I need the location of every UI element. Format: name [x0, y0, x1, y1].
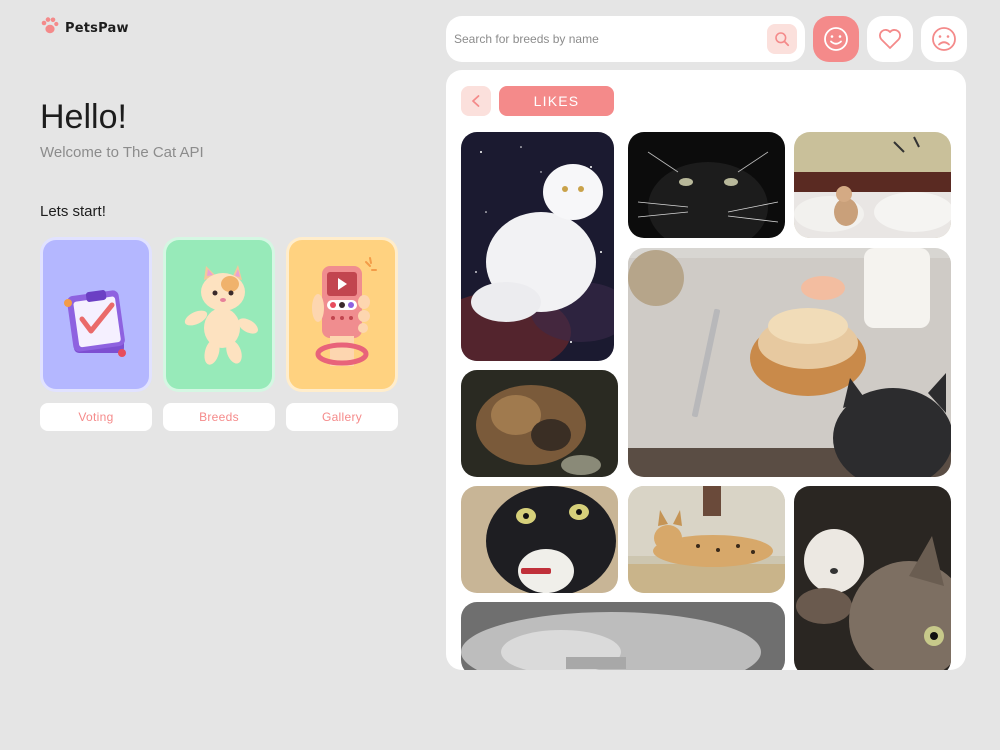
- search-icon: [775, 32, 790, 47]
- gallery-tile[interactable]: [286, 237, 398, 392]
- chevron-left-icon: [472, 95, 480, 107]
- back-button[interactable]: [461, 86, 491, 116]
- nav-cards: Voting Breeds Gallery: [40, 237, 398, 431]
- photo-cat-in-bed[interactable]: [461, 602, 785, 670]
- welcome-subtitle: Welcome to The Cat API: [40, 144, 204, 161]
- voting-tile[interactable]: [40, 237, 152, 392]
- clipboard-illustration: [64, 289, 126, 357]
- nav-card-breeds[interactable]: Breeds: [163, 237, 275, 431]
- sad-icon: [932, 27, 956, 51]
- favourites-button[interactable]: [867, 16, 913, 62]
- photo-serval-cat[interactable]: [628, 486, 785, 593]
- dislikes-button[interactable]: [921, 16, 967, 62]
- photo-kitten-with-toast[interactable]: [628, 248, 951, 477]
- search-button[interactable]: [767, 24, 797, 54]
- photo-cat-in-space[interactable]: [461, 132, 614, 361]
- section-title: LIKES: [499, 86, 614, 116]
- breeds-tile[interactable]: [163, 237, 275, 392]
- nav-card-voting[interactable]: Voting: [40, 237, 152, 431]
- search-input[interactable]: [454, 32, 767, 46]
- phone-illustration: [312, 256, 377, 366]
- paw-icon: [40, 16, 60, 41]
- photo-kitten-on-bed[interactable]: [794, 132, 951, 238]
- logo[interactable]: PetsPaw: [40, 16, 129, 41]
- heart-icon: [879, 29, 901, 49]
- smile-icon: [824, 27, 848, 51]
- cat-illustration: [184, 264, 258, 365]
- photo-tortoiseshell-cat[interactable]: [461, 370, 618, 477]
- likes-button[interactable]: [813, 16, 859, 62]
- logo-text: PetsPaw: [65, 21, 129, 36]
- page-title: Hello!: [40, 98, 127, 136]
- photo-tuxedo-cat[interactable]: [461, 486, 618, 593]
- breeds-button[interactable]: Breeds: [163, 403, 275, 431]
- photo-black-cat-closeup[interactable]: [628, 132, 785, 238]
- start-prompt: Lets start!: [40, 203, 106, 220]
- voting-button[interactable]: Voting: [40, 403, 152, 431]
- photo-kittens-grey-tabby[interactable]: [794, 486, 951, 670]
- search-bar: [446, 16, 805, 62]
- top-bar: [446, 16, 967, 62]
- nav-card-gallery[interactable]: Gallery: [286, 237, 398, 431]
- likes-panel: LIKES: [446, 70, 966, 670]
- gallery-button[interactable]: Gallery: [286, 403, 398, 431]
